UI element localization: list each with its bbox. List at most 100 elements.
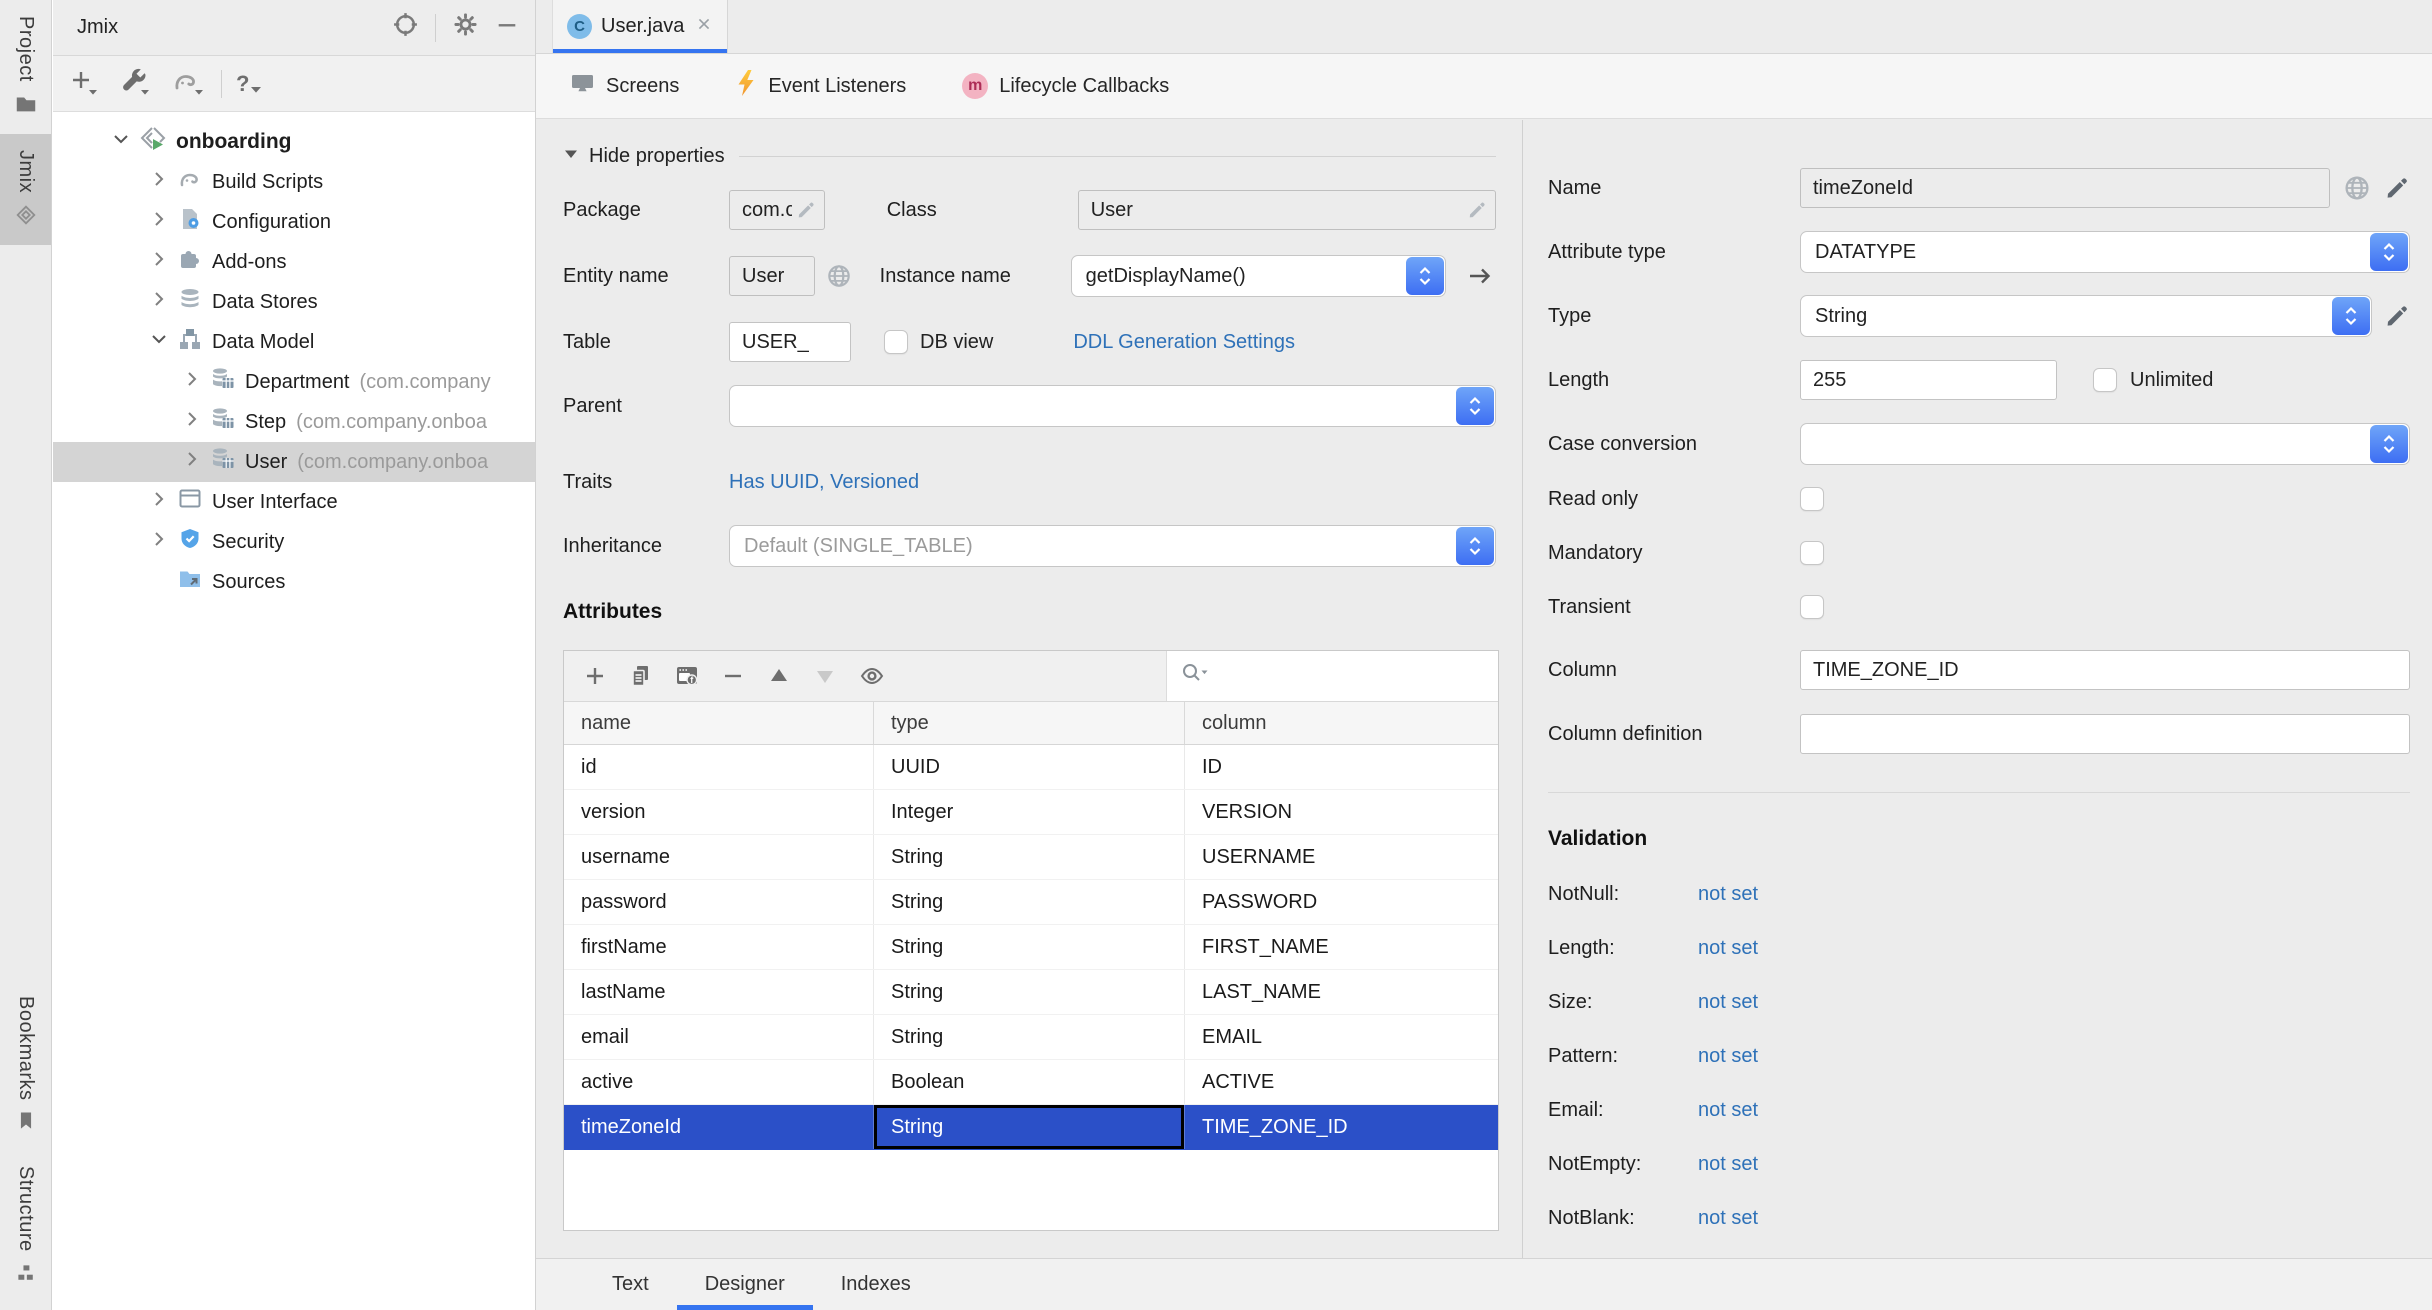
cell-name[interactable]: lastName (564, 970, 873, 1014)
tree-item-onboarding[interactable]: onboarding (53, 122, 535, 162)
cell-name[interactable]: id (564, 745, 873, 789)
length-field[interactable]: 255 (1800, 360, 2057, 400)
cell-name[interactable]: username (564, 835, 873, 879)
notblank-value-link[interactable]: not set (1698, 1207, 1758, 1230)
attribute-row-lastname[interactable]: lastName String LAST_NAME (564, 970, 1498, 1015)
length-value-link[interactable]: not set (1698, 937, 1758, 960)
column-field[interactable]: TIME_ZONE_ID (1800, 650, 2410, 690)
ddl-generation-settings-link[interactable]: DDL Generation Settings (1073, 331, 1295, 354)
parent-combo[interactable] (729, 385, 1496, 427)
combo-stepper-icon[interactable] (2332, 297, 2370, 335)
chevron-right-icon[interactable] (180, 367, 204, 397)
cell-column[interactable]: ID (1184, 745, 1498, 789)
tree-item-user-interface[interactable]: User Interface (53, 482, 535, 522)
attribute-row-timezoneid-selected[interactable]: timeZoneId String TIME_ZONE_ID (564, 1105, 1498, 1150)
attribute-row-password[interactable]: password String PASSWORD (564, 880, 1498, 925)
cell-type[interactable]: String (873, 835, 1184, 879)
eye-icon[interactable] (858, 663, 886, 689)
name-field[interactable]: timeZoneId (1800, 168, 2330, 208)
tree-item-data-stores[interactable]: Data Stores (53, 282, 535, 322)
tab-indexes[interactable]: Indexes (813, 1259, 939, 1310)
cell-type-focused[interactable]: String (873, 1105, 1184, 1149)
email-value-link[interactable]: not set (1698, 1099, 1758, 1122)
cell-column[interactable]: VERSION (1184, 790, 1498, 834)
globe-icon[interactable] (2342, 173, 2372, 203)
combo-stepper-icon[interactable] (1456, 527, 1494, 565)
size-value-link[interactable]: not set (1698, 991, 1758, 1014)
event-listeners-button[interactable]: Event Listeners (735, 69, 906, 103)
edit-pencil-icon[interactable] (2384, 303, 2410, 329)
chevron-right-icon[interactable] (147, 287, 171, 317)
read-only-checkbox[interactable] (1800, 487, 1824, 511)
remove-attribute-icon[interactable] (720, 663, 746, 689)
cell-column[interactable]: TIME_ZONE_ID (1184, 1105, 1498, 1149)
cell-column[interactable]: EMAIL (1184, 1015, 1498, 1059)
attribute-row-version[interactable]: version Integer VERSION (564, 790, 1498, 835)
cell-name[interactable]: password (564, 880, 873, 924)
tree-item-department[interactable]: Department (com.company (53, 362, 535, 402)
transient-checkbox[interactable] (1800, 595, 1824, 619)
add-attribute-icon[interactable] (582, 663, 608, 689)
edit-pencil-icon[interactable] (1467, 200, 1487, 220)
entity-name-field[interactable]: User (729, 256, 815, 296)
chevron-right-icon[interactable] (180, 447, 204, 477)
attribute-row-active[interactable]: active Boolean ACTIVE (564, 1060, 1498, 1105)
cell-type[interactable]: UUID (873, 745, 1184, 789)
chevron-right-icon[interactable] (147, 167, 171, 197)
column-header-column[interactable]: column (1184, 702, 1498, 744)
mandatory-checkbox[interactable] (1800, 541, 1824, 565)
chevron-down-icon[interactable] (109, 127, 133, 157)
lifecycle-callbacks-button[interactable]: m Lifecycle Callbacks (962, 73, 1169, 99)
hide-toolwindow-icon[interactable] (495, 13, 519, 43)
hide-properties-toggle[interactable]: Hide properties (563, 138, 1496, 174)
pattern-value-link[interactable]: not set (1698, 1045, 1758, 1068)
combo-stepper-icon[interactable] (2370, 233, 2408, 271)
gear-icon[interactable] (452, 11, 479, 44)
chevron-right-icon[interactable] (147, 487, 171, 517)
attribute-row-username[interactable]: username String USERNAME (564, 835, 1498, 880)
cell-column[interactable]: LAST_NAME (1184, 970, 1498, 1014)
cell-name[interactable]: email (564, 1015, 873, 1059)
goto-arrow-icon[interactable] (1466, 263, 1496, 289)
cell-column[interactable]: FIRST_NAME (1184, 925, 1498, 969)
help-button[interactable]: ? (232, 68, 267, 100)
copy-attribute-icon[interactable] (628, 663, 654, 689)
tab-user-java[interactable]: C User.java (552, 0, 729, 53)
cell-type[interactable]: String (873, 1015, 1184, 1059)
cell-name[interactable]: firstName (564, 925, 873, 969)
unlimited-checkbox[interactable] (2093, 368, 2117, 392)
combo-stepper-icon[interactable] (2370, 425, 2408, 463)
combo-stepper-icon[interactable] (1406, 257, 1444, 295)
add-button[interactable] (65, 65, 105, 103)
cell-name[interactable]: timeZoneId (564, 1105, 873, 1149)
close-icon[interactable] (693, 13, 715, 41)
cell-column[interactable]: ACTIVE (1184, 1060, 1498, 1104)
toolwindow-button-structure[interactable]: Structure (0, 1150, 51, 1302)
tab-text[interactable]: Text (584, 1259, 677, 1310)
move-down-icon[interactable] (812, 663, 838, 689)
type-combo[interactable]: String (1800, 295, 2372, 337)
tree-item-data-model[interactable]: Data Model (53, 322, 535, 362)
globe-icon[interactable] (825, 262, 853, 290)
cell-type[interactable]: Integer (873, 790, 1184, 834)
column-header-name[interactable]: name (564, 702, 873, 744)
notnull-value-link[interactable]: not set (1698, 883, 1758, 906)
locate-icon[interactable] (392, 11, 419, 44)
cell-name[interactable]: version (564, 790, 873, 834)
window-f-icon[interactable]: f (674, 663, 700, 689)
edit-pencil-icon[interactable] (2384, 175, 2410, 201)
toolwindow-button-jmix[interactable]: Jmix (0, 133, 51, 245)
tree-item-sources[interactable]: Sources (53, 562, 535, 602)
tree-item-step[interactable]: Step (com.company.onboa (53, 402, 535, 442)
screens-button[interactable]: Screens (570, 71, 679, 101)
attribute-row-id[interactable]: id UUID ID (564, 745, 1498, 790)
cell-type[interactable]: String (873, 880, 1184, 924)
table-field[interactable]: USER_ (729, 322, 851, 362)
class-field[interactable]: User (1077, 190, 1496, 230)
attribute-type-combo[interactable]: DATATYPE (1800, 231, 2410, 273)
case-conversion-combo[interactable] (1800, 423, 2410, 465)
cell-type[interactable]: String (873, 925, 1184, 969)
tree-item-security[interactable]: Security (53, 522, 535, 562)
gradle-button[interactable] (167, 65, 211, 103)
cell-name[interactable]: active (564, 1060, 873, 1104)
